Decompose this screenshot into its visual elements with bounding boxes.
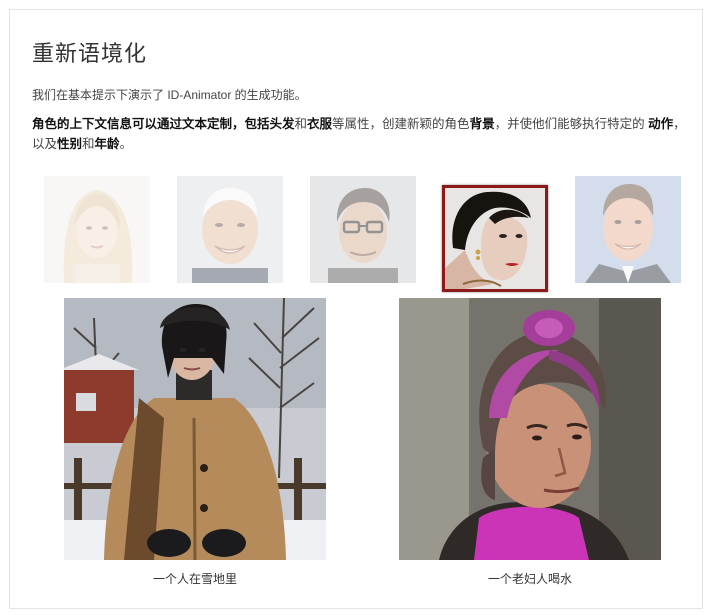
desc-bold-5: 背景 (469, 117, 495, 131)
desc-text-12: 。 (119, 137, 133, 151)
desc-bold-11: 年龄 (94, 137, 120, 151)
face-image (310, 176, 416, 283)
desc-bold-1: 角色的上下文信息可以通过文本定制，包括头发 (32, 117, 295, 131)
desc-text-2: 和 (294, 117, 308, 131)
result-image-person-in-snow (64, 298, 326, 560)
desc-text-10: 和 (82, 137, 95, 151)
face-image (44, 176, 150, 283)
face-image (177, 176, 283, 283)
intro-text: 我们在基本提示下演示了 ID-Animator 的生成功能。 (32, 88, 307, 102)
thumbnail-older-man-smiling[interactable] (177, 176, 283, 283)
result-image-old-woman-drinking (399, 298, 661, 560)
thumbnail-woman-blonde[interactable] (44, 176, 150, 283)
generated-image (64, 298, 326, 560)
desc-bold-9: 性别 (57, 137, 83, 151)
description-text: 角色的上下文信息可以通过文本定制，包括头发和衣服等属性，创建新颖的角色背景，并使… (32, 114, 697, 154)
thumbnail-woman-dark-hair[interactable] (442, 185, 548, 292)
result-caption-2: 一个老妇人喝水 (487, 572, 572, 586)
desc-text-4: 等属性，创建新颖的角色 (332, 117, 470, 131)
desc-text-6: ，并使他们能够执行特定的 (494, 117, 649, 131)
desc-bold-7: 动作 (648, 117, 674, 131)
desc-bold-3: 衣服 (307, 117, 333, 131)
generated-image (399, 298, 661, 560)
section-title: 重新语境化 (32, 41, 148, 66)
face-image (445, 188, 545, 289)
result-caption-1: 一个人在雪地里 (152, 572, 237, 586)
thumbnail-man-suit[interactable] (575, 176, 681, 283)
thumbnail-man-glasses[interactable] (310, 176, 416, 283)
face-image (575, 176, 681, 283)
